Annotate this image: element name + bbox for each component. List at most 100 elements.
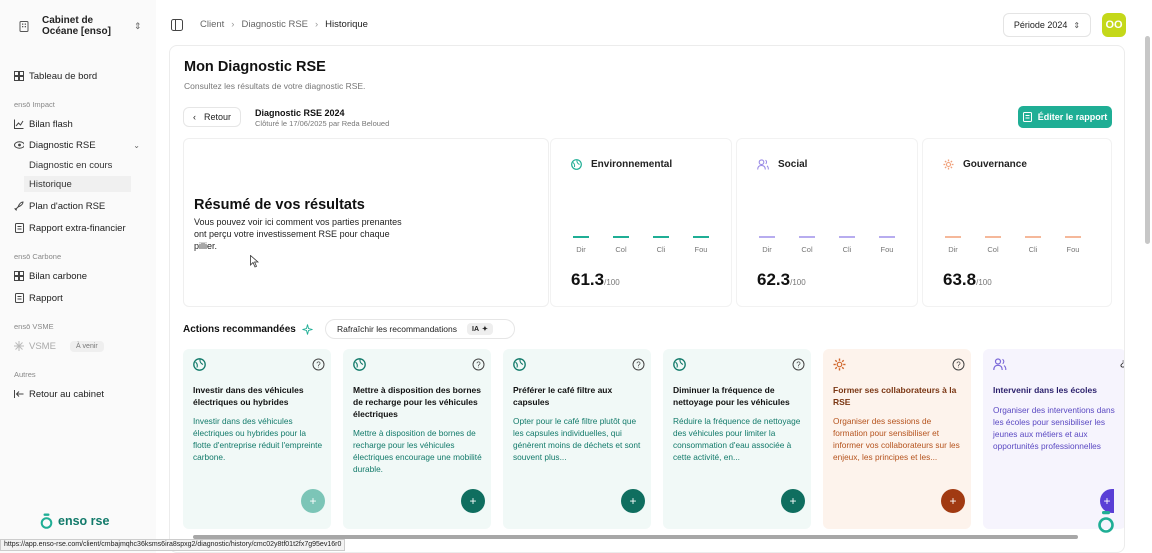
org-switcher[interactable]: Cabinet de Océane [enso] ⇕ bbox=[10, 10, 145, 42]
summary-title: Résumé de vos résultats bbox=[194, 197, 365, 213]
recommendation-card[interactable]: ? Investir dans des véhicules électrique… bbox=[183, 349, 331, 529]
add-action-button[interactable]: + bbox=[621, 489, 645, 513]
bar-dir bbox=[945, 236, 961, 238]
coming-soon-badge: À venir bbox=[69, 340, 104, 352]
pillar-header: Social bbox=[757, 159, 807, 170]
avatar[interactable]: OO bbox=[1102, 13, 1126, 37]
help-bubble-icon[interactable]: ? bbox=[472, 358, 485, 371]
svg-text:?: ? bbox=[796, 360, 801, 369]
pillar-name: Environnemental bbox=[591, 159, 673, 170]
main-panel: Mon Diagnostic RSE Consultez les résulta… bbox=[169, 45, 1125, 553]
globe-icon bbox=[513, 358, 526, 371]
sidebar-item-diagnostic-en-cours[interactable]: Diagnostic en cours bbox=[29, 157, 112, 173]
bar-label: Cli bbox=[1028, 245, 1038, 254]
add-action-button[interactable]: + bbox=[781, 489, 805, 513]
sidebar-item-rapport-extra[interactable]: Rapport extra-financier bbox=[14, 219, 126, 237]
recommendation-desc: Organiser des interventions dans les éco… bbox=[993, 405, 1115, 451]
bar-cli bbox=[1025, 236, 1041, 238]
logo-text: enso rse bbox=[58, 514, 110, 528]
grid-icon bbox=[14, 271, 24, 281]
users-icon bbox=[757, 159, 769, 170]
sidebar-item-diagnostic[interactable]: Diagnostic RSE ⌄ bbox=[14, 136, 140, 154]
help-bubble-icon[interactable]: ? bbox=[312, 358, 325, 371]
pillar-bars: Dir Col Cli Fou bbox=[561, 234, 721, 256]
sidebar-item-plan-action[interactable]: Plan d'action RSE bbox=[14, 197, 105, 215]
diagnostic-meta: Clôturé le 17/06/2025 par Reda Beloued bbox=[255, 119, 390, 128]
chevron-down-icon: ⌄ bbox=[133, 140, 140, 150]
enso-logo-icon bbox=[40, 513, 53, 529]
recommendation-title: Diminuer la fréquence de nettoyage pour … bbox=[673, 385, 790, 407]
sidebar-item-rapport[interactable]: Rapport bbox=[14, 289, 63, 307]
sidebar-toggle-icon[interactable] bbox=[171, 19, 183, 31]
score-max: /100 bbox=[604, 278, 620, 287]
rocket-icon bbox=[14, 201, 24, 211]
sidebar-item-retour-cabinet[interactable]: Retour au cabinet bbox=[14, 385, 104, 403]
sidebar-item-bilan-carbone[interactable]: Bilan carbone bbox=[14, 267, 87, 285]
period-selector[interactable]: Période 2024 ⇕ bbox=[1003, 13, 1091, 37]
bar-col bbox=[613, 236, 629, 238]
edit-report-label: Éditer le rapport bbox=[1037, 112, 1108, 122]
nav-group-autres: Autres bbox=[14, 370, 36, 379]
add-action-button[interactable]: + bbox=[301, 489, 325, 513]
score-max: /100 bbox=[976, 278, 992, 287]
sidebar: Cabinet de Océane [enso] ⇕ Tableau de bo… bbox=[0, 0, 156, 553]
bar-col bbox=[985, 236, 1001, 238]
sidebar-item-label: Plan d'action RSE bbox=[29, 200, 106, 212]
recommendation-card[interactable]: ? Mettre à disposition des bornes de rec… bbox=[343, 349, 491, 529]
bar-label: Fou bbox=[1066, 245, 1080, 254]
help-bubble-icon[interactable]: ? bbox=[632, 358, 645, 371]
recommendation-card[interactable]: ? Préférer le café filtre aux capsules O… bbox=[503, 349, 651, 529]
actions-title-text: Actions recommandées bbox=[183, 324, 296, 335]
help-bubble-icon[interactable]: ? bbox=[792, 358, 805, 371]
score-value: 63.8 bbox=[943, 270, 977, 289]
floating-help-button[interactable] bbox=[1097, 510, 1115, 537]
breadcrumb: Client › Diagnostic RSE › Historique bbox=[200, 19, 368, 30]
add-action-button[interactable]: + bbox=[941, 489, 965, 513]
chevron-left-icon: ‹ bbox=[192, 112, 196, 122]
svg-text:?: ? bbox=[476, 360, 481, 369]
bar-fou bbox=[693, 236, 709, 238]
sidebar-item-tableau[interactable]: Tableau de bord bbox=[14, 67, 97, 85]
pillar-score: 62.3/100 bbox=[757, 270, 806, 290]
sidebar-item-label: Rapport bbox=[29, 292, 63, 304]
recommendation-title: Investir dans des véhicules électriques … bbox=[193, 385, 304, 407]
app-logo: enso rse bbox=[40, 513, 109, 529]
breadcrumb-client[interactable]: Client bbox=[200, 19, 224, 30]
nav-group-carbone: ensō Carbone bbox=[14, 252, 62, 261]
building-icon bbox=[16, 18, 32, 34]
add-action-button[interactable]: + bbox=[461, 489, 485, 513]
chevron-right-icon: › bbox=[231, 19, 235, 30]
vertical-scrollbar[interactable] bbox=[1145, 36, 1150, 244]
sidebar-item-bilan-flash[interactable]: Bilan flash bbox=[14, 115, 73, 133]
page-subtitle: Consultez les résultats de votre diagnos… bbox=[184, 81, 366, 91]
sidebar-item-label: Diagnostic RSE bbox=[29, 139, 96, 151]
recommendation-desc: Réduire la fréquence de nettoyage des vé… bbox=[673, 416, 801, 462]
bar-label: Col bbox=[615, 245, 627, 254]
recommendation-card[interactable]: ¿ Intervenir dans les écoles Organiser d… bbox=[983, 349, 1124, 529]
chevron-right-icon: › bbox=[315, 19, 319, 30]
summary-text: Vous pouvez voir ici comment vos parties… bbox=[194, 217, 402, 251]
recommendation-card[interactable]: ? Diminuer la fréquence de nettoyage pou… bbox=[663, 349, 811, 529]
sidebar-item-historique[interactable]: Historique bbox=[24, 176, 131, 192]
help-bubble-icon[interactable]: ? bbox=[952, 358, 965, 371]
period-label: Période 2024 bbox=[1013, 20, 1068, 30]
bar-label: Cli bbox=[842, 245, 852, 254]
status-url: https://app.enso-rse.com/client/cmbajmqh… bbox=[0, 539, 346, 551]
bar-label: Fou bbox=[880, 245, 894, 254]
sidebar-item-label: Tableau de bord bbox=[29, 70, 98, 82]
diagnostic-title: Diagnostic RSE 2024 bbox=[255, 108, 345, 118]
svg-text:?: ? bbox=[316, 360, 321, 369]
pillar-gouvernance: Gouvernance Dir Col Cli Fou 63.8/100 bbox=[922, 138, 1112, 307]
recommendation-card[interactable]: ? Former ses collaborateurs à la RSE Org… bbox=[823, 349, 971, 529]
recommendation-title: Intervenir dans les écoles bbox=[993, 385, 1097, 395]
ia-label: IA bbox=[472, 325, 479, 333]
bar-label: Col bbox=[801, 245, 813, 254]
sidebar-item-vsme: VSME À venir bbox=[14, 337, 104, 355]
help-bubble-icon[interactable]: ¿ bbox=[1120, 358, 1124, 369]
breadcrumb-historique: Historique bbox=[325, 19, 368, 30]
refresh-recommendations-button[interactable]: Rafraîchir les recommandations IA ✦ bbox=[325, 319, 515, 339]
back-button[interactable]: ‹ Retour bbox=[183, 107, 241, 127]
pillar-header: Environnemental bbox=[571, 159, 672, 170]
edit-report-button[interactable]: Éditer le rapport bbox=[1018, 106, 1112, 128]
breadcrumb-diagnostic[interactable]: Diagnostic RSE bbox=[241, 19, 308, 30]
